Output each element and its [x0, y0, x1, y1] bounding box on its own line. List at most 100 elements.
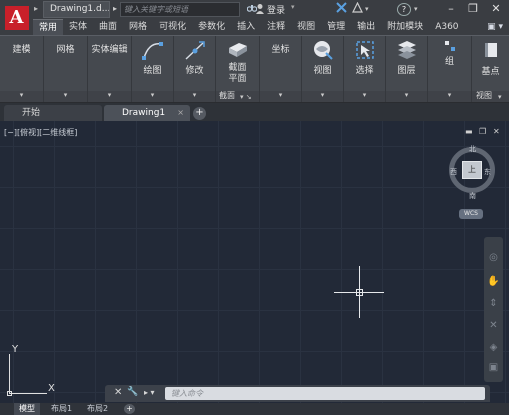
close-button[interactable]: ✕	[485, 1, 507, 17]
exchange-apps-icon[interactable]	[336, 2, 347, 16]
recent-commands-icon[interactable]: ▸ ▾	[144, 388, 155, 397]
chevron-down-icon[interactable]: ▾	[344, 91, 385, 99]
restore-button[interactable]: ❐	[462, 1, 484, 17]
section-dialog-launcher-icon[interactable]: ▾ ↘	[240, 93, 252, 101]
layers-icon	[396, 39, 418, 64]
tab-drawing1[interactable]: Drawing1 ×	[104, 105, 190, 121]
viewport-restore-icon[interactable]: ❐	[479, 127, 486, 136]
close-command-line-icon[interactable]: ✕	[114, 387, 122, 398]
tab-manage[interactable]: 管理	[321, 19, 351, 35]
panel-coordinates[interactable]: 坐标 ▾	[260, 36, 302, 102]
title-expand-icon[interactable]: ▸	[113, 4, 117, 13]
panel-mesh[interactable]: 网格 ▾	[44, 36, 88, 102]
panel-mesh-label: 网格	[56, 45, 75, 55]
selection-icon	[354, 39, 376, 64]
settings-wrench-icon[interactable]: 🔧	[127, 387, 138, 397]
help-dropdown-icon[interactable]: ▾	[414, 5, 418, 13]
document-title: Drawing1.d...	[43, 1, 110, 18]
zoom-icon[interactable]: ⇕	[487, 297, 500, 310]
navbar-options-icon[interactable]: ▣	[487, 361, 500, 374]
panel-groups[interactable]: 组 ▾	[428, 36, 472, 102]
compass-west[interactable]: 西	[450, 167, 457, 177]
compass-north[interactable]: 北	[469, 144, 476, 154]
panel-layers[interactable]: 图层 ▾	[386, 36, 428, 102]
panel-section[interactable]: 截面 平面 截面 ▾ ↘	[216, 36, 260, 102]
section-plane-icon	[227, 40, 249, 61]
login-button[interactable]: 登录	[267, 3, 285, 16]
minimize-button[interactable]: –	[440, 1, 462, 17]
tab-layout2[interactable]: 布局2	[82, 403, 113, 415]
panel-view-tools[interactable]: 基点 视图 ▾	[472, 36, 509, 102]
ucs-x-axis	[9, 393, 47, 394]
pan-icon[interactable]: ✋	[487, 275, 500, 288]
ribbon-minimize-icon[interactable]: ▣ ▾	[481, 19, 509, 35]
ucs-origin-icon	[7, 391, 12, 396]
search-input[interactable]: 键入关键字或短语	[120, 2, 240, 17]
stay-connected-dropdown-icon[interactable]: ▾	[365, 5, 369, 13]
command-line: ✕ 🔧 ▸ ▾ 键入命令	[105, 385, 490, 402]
ribbon-tab-bar: 常用 实体 曲面 网格 可视化 参数化 插入 注释 视图 管理 输出 附加模块 …	[33, 19, 509, 35]
tab-home[interactable]: 常用	[33, 19, 64, 35]
orbit-icon[interactable]: ✕	[487, 319, 500, 332]
tab-model[interactable]: 模型	[14, 403, 40, 415]
chevron-down-icon[interactable]: ▾	[88, 91, 131, 99]
steering-wheel-icon[interactable]: ◎	[487, 251, 500, 264]
tab-visualize[interactable]: 可视化	[153, 19, 192, 35]
tab-start[interactable]: 开始	[4, 105, 102, 121]
panel-coordinates-label: 坐标	[271, 45, 290, 55]
tab-insert[interactable]: 插入	[231, 19, 261, 35]
login-dropdown-icon[interactable]: ▾	[291, 3, 295, 11]
tab-a360[interactable]: A360	[429, 19, 464, 35]
chevron-down-icon[interactable]: ▾	[260, 91, 301, 99]
chevron-down-icon[interactable]: ▾	[44, 91, 87, 99]
quick-access-expand-icon[interactable]: ▸	[34, 4, 42, 14]
application-menu-button[interactable]: A	[0, 0, 33, 35]
chevron-down-icon[interactable]: ▾	[386, 91, 427, 99]
tab-view[interactable]: 视图	[291, 19, 321, 35]
layout-tab-bar: 模型 布局1 布局2 +	[0, 403, 509, 415]
compass-east[interactable]: 东	[484, 167, 491, 177]
viewport-minimize-icon[interactable]: ▬	[465, 127, 473, 136]
chevron-down-icon[interactable]: ▾	[0, 91, 43, 99]
panel-selection[interactable]: 选择 ▾	[344, 36, 386, 102]
chevron-down-icon[interactable]: ▾	[302, 91, 343, 99]
chevron-down-icon[interactable]: ▾	[498, 93, 502, 101]
panel-view[interactable]: 视图 ▾	[302, 36, 344, 102]
viewcube-face-top[interactable]: 上	[462, 161, 482, 179]
new-tab-button[interactable]: +	[193, 107, 206, 120]
panel-solid-editing[interactable]: 实体编辑 ▾	[88, 36, 132, 102]
help-button[interactable]: ?	[397, 3, 411, 16]
tab-surface[interactable]: 曲面	[93, 19, 123, 35]
new-layout-button[interactable]: +	[124, 404, 135, 414]
tab-addins[interactable]: 附加模块	[381, 19, 429, 35]
panel-modify[interactable]: 修改 ▾	[174, 36, 216, 102]
panel-groups-label: 组	[444, 57, 454, 67]
tab-solid[interactable]: 实体	[63, 19, 93, 35]
panel-modeling[interactable]: 建模 ▾	[0, 36, 44, 102]
panel-modeling-label: 建模	[12, 45, 31, 55]
viewport-controls-label[interactable]: [−][俯视][二维线框]	[4, 127, 77, 138]
drawing-canvas[interactable]: [−][俯视][二维线框] ▬ ❐ ✕ 上 北 南 东 西 WCS ◎ ✋ ⇕ …	[0, 121, 509, 403]
panel-draw[interactable]: 绘图 ▾	[132, 36, 174, 102]
compass-south[interactable]: 南	[469, 191, 476, 201]
tab-parametric[interactable]: 参数化	[192, 19, 231, 35]
command-input[interactable]: 键入命令	[165, 387, 485, 400]
panel-selection-label: 选择	[355, 66, 374, 76]
chevron-down-icon[interactable]: ▾	[428, 91, 471, 99]
tab-annotate[interactable]: 注释	[261, 19, 291, 35]
wcs-menu[interactable]: WCS	[459, 209, 483, 219]
chevron-down-icon[interactable]: ▾	[132, 91, 173, 99]
chevron-down-icon[interactable]: ▾	[174, 91, 215, 99]
tab-mesh[interactable]: 网格	[123, 19, 153, 35]
panel-modify-label: 修改	[185, 66, 204, 76]
showmotion-icon[interactable]: ◈	[487, 341, 500, 354]
viewport-close-icon[interactable]: ✕	[493, 127, 500, 136]
ribbon-panel: 建模 ▾ 网格 ▾ 实体编辑 ▾ 绘图 ▾ 修改 ▾ 截面 平面 截面 ▾ ↘ …	[0, 35, 509, 103]
section-plane-label-2: 平面	[228, 74, 247, 84]
tab-layout1[interactable]: 布局1	[46, 403, 77, 415]
close-tab-icon[interactable]: ×	[177, 105, 184, 121]
user-icon[interactable]	[255, 3, 265, 15]
tab-output[interactable]: 输出	[351, 19, 381, 35]
stay-connected-icon[interactable]	[352, 1, 363, 16]
draw-icon	[141, 40, 165, 65]
